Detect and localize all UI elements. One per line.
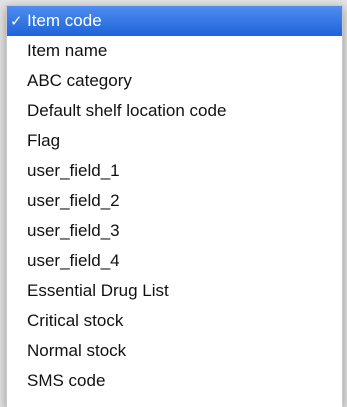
checkmark-icon: ✓ — [10, 12, 23, 30]
menu-item-essential-drug-list[interactable]: Essential Drug List — [7, 276, 342, 306]
menu-item-label: Normal stock — [27, 341, 127, 360]
menu-item-critical-stock[interactable]: Critical stock — [7, 306, 342, 336]
menu-item-label: Critical stock — [27, 311, 124, 330]
menu-item-item-code[interactable]: ✓ Item code — [7, 6, 342, 36]
menu-item-label: Essential Drug List — [27, 281, 169, 300]
screen: ✓ Item code Item name ABC category Defau… — [0, 0, 347, 407]
menu-item-label: user_field_1 — [27, 161, 120, 180]
menu-item-normal-stock[interactable]: Normal stock — [7, 336, 342, 366]
menu-item-abc-category[interactable]: ABC category — [7, 66, 342, 96]
menu-item-user-field-1[interactable]: user_field_1 — [7, 156, 342, 186]
menu-item-user-field-3[interactable]: user_field_3 — [7, 216, 342, 246]
menu-item-label: Default shelf location code — [27, 101, 227, 120]
menu-item-label: Flag — [27, 131, 61, 150]
menu-item-label: SMS code — [27, 371, 106, 390]
menu-item-label: user_field_3 — [27, 221, 120, 240]
menu-item-user-field-4[interactable]: user_field_4 — [7, 246, 342, 276]
menu-item-label: user_field_4 — [27, 251, 120, 270]
menu-item-label: user_field_2 — [27, 191, 120, 210]
menu-item-label: Item code — [27, 11, 102, 30]
menu-item-sms-code[interactable]: SMS code — [7, 366, 342, 396]
dropdown-menu: ✓ Item code Item name ABC category Defau… — [6, 5, 343, 407]
menu-item-user-field-2[interactable]: user_field_2 — [7, 186, 342, 216]
menu-item-label: Item name — [27, 41, 108, 60]
menu-item-flag[interactable]: Flag — [7, 126, 342, 156]
menu-item-label: ABC category — [27, 71, 132, 90]
menu-item-item-name[interactable]: Item name — [7, 36, 342, 66]
menu-item-default-shelf-location-code[interactable]: Default shelf location code — [7, 96, 342, 126]
